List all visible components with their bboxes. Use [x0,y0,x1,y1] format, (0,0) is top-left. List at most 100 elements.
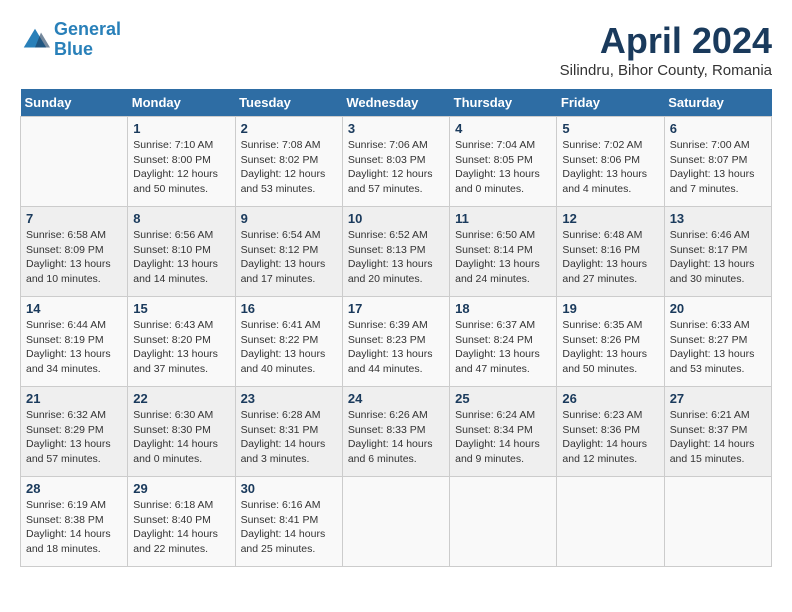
weekday-header-friday: Friday [557,89,664,117]
calendar-cell: 28 Sunrise: 6:19 AMSunset: 8:38 PMDayligh… [21,477,128,567]
calendar-week-5: 28 Sunrise: 6:19 AMSunset: 8:38 PMDayligh… [21,477,772,567]
calendar-cell: 4 Sunrise: 7:04 AMSunset: 8:05 PMDaylight… [450,117,557,207]
day-detail: Sunrise: 6:28 AMSunset: 8:31 PMDaylight:… [241,408,337,467]
calendar-cell: 7Sunrise: 6:58 AMSunset: 8:09 PMDaylight… [21,207,128,297]
day-detail: Sunrise: 6:41 AMSunset: 8:22 PMDaylight:… [241,318,337,377]
calendar-cell: 6 Sunrise: 7:00 AMSunset: 8:07 PMDaylight… [664,117,771,207]
calendar-cell: 25Sunrise: 6:24 AMSunset: 8:34 PMDayligh… [450,387,557,477]
day-detail: Sunrise: 6:35 AMSunset: 8:26 PMDaylight:… [562,318,658,377]
calendar-cell: 5 Sunrise: 7:02 AMSunset: 8:06 PMDaylight… [557,117,664,207]
day-number: 23 [241,391,337,406]
calendar-cell: 19Sunrise: 6:35 AMSunset: 8:26 PMDayligh… [557,297,664,387]
day-detail: Sunrise: 6:39 AMSunset: 8:23 PMDaylight:… [348,318,444,377]
day-number: 6 [670,121,766,136]
day-number: 24 [348,391,444,406]
calendar-cell: 12 Sunrise: 6:48 AMSunset: 8:16 PMDayligh… [557,207,664,297]
calendar-cell [557,477,664,567]
day-number: 7 [26,211,122,226]
calendar-week-1: 1Sunrise: 7:10 AMSunset: 8:00 PMDaylight… [21,117,772,207]
calendar-cell: 8 Sunrise: 6:56 AMSunset: 8:10 PMDaylight… [128,207,235,297]
calendar-cell: 17 Sunrise: 6:39 AMSunset: 8:23 PMDayligh… [342,297,449,387]
day-detail: Sunrise: 7:04 AMSunset: 8:05 PMDaylight:… [455,138,551,197]
day-detail: Sunrise: 6:21 AMSunset: 8:37 PMDaylight:… [670,408,766,467]
day-number: 2 [241,121,337,136]
day-detail: Sunrise: 6:44 AMSunset: 8:19 PMDaylight:… [26,318,122,377]
title-block: April 2024 Silindru, Bihor County, Roman… [560,20,772,79]
day-detail: Sunrise: 6:30 AMSunset: 8:30 PMDaylight:… [133,408,229,467]
day-number: 17 [348,301,444,316]
day-number: 10 [348,211,444,226]
calendar-cell: 15 Sunrise: 6:43 AMSunset: 8:20 PMDayligh… [128,297,235,387]
calendar-cell: 18Sunrise: 6:37 AMSunset: 8:24 PMDayligh… [450,297,557,387]
calendar-table: SundayMondayTuesdayWednesdayThursdayFrid… [20,89,772,567]
day-detail: Sunrise: 7:02 AMSunset: 8:06 PMDaylight:… [562,138,658,197]
day-number: 26 [562,391,658,406]
day-number: 9 [241,211,337,226]
calendar-week-3: 14 Sunrise: 6:44 AMSunset: 8:19 PMDayligh… [21,297,772,387]
day-number: 5 [562,121,658,136]
calendar-cell: 26Sunrise: 6:23 AMSunset: 8:36 PMDayligh… [557,387,664,477]
day-detail: Sunrise: 6:32 AMSunset: 8:29 PMDaylight:… [26,408,122,467]
day-number: 4 [455,121,551,136]
day-number: 14 [26,301,122,316]
day-number: 1 [133,121,229,136]
day-number: 20 [670,301,766,316]
day-number: 15 [133,301,229,316]
calendar-cell [342,477,449,567]
day-detail: Sunrise: 6:56 AMSunset: 8:10 PMDaylight:… [133,228,229,287]
calendar-cell: 2 Sunrise: 7:08 AMSunset: 8:02 PMDaylight… [235,117,342,207]
day-number: 16 [241,301,337,316]
day-detail: Sunrise: 6:43 AMSunset: 8:20 PMDaylight:… [133,318,229,377]
calendar-cell: 14 Sunrise: 6:44 AMSunset: 8:19 PMDayligh… [21,297,128,387]
calendar-cell: 11 Sunrise: 6:50 AMSunset: 8:14 PMDayligh… [450,207,557,297]
weekday-header-wednesday: Wednesday [342,89,449,117]
day-detail: Sunrise: 6:33 AMSunset: 8:27 PMDaylight:… [670,318,766,377]
logo-text: General Blue [54,20,121,60]
day-number: 30 [241,481,337,496]
calendar-cell: 22 Sunrise: 6:30 AMSunset: 8:30 PMDayligh… [128,387,235,477]
day-number: 11 [455,211,551,226]
calendar-cell: 21 Sunrise: 6:32 AMSunset: 8:29 PMDayligh… [21,387,128,477]
calendar-header: SundayMondayTuesdayWednesdayThursdayFrid… [21,89,772,117]
calendar-cell: 20 Sunrise: 6:33 AMSunset: 8:27 PMDayligh… [664,297,771,387]
day-detail: Sunrise: 7:06 AMSunset: 8:03 PMDaylight:… [348,138,444,197]
day-detail: Sunrise: 6:19 AMSunset: 8:38 PMDaylight:… [26,498,122,557]
logo-icon [20,25,50,55]
calendar-cell: 9Sunrise: 6:54 AMSunset: 8:12 PMDaylight… [235,207,342,297]
calendar-cell: 30Sunrise: 6:16 AMSunset: 8:41 PMDayligh… [235,477,342,567]
calendar-cell [664,477,771,567]
weekday-header-tuesday: Tuesday [235,89,342,117]
calendar-week-4: 21 Sunrise: 6:32 AMSunset: 8:29 PMDayligh… [21,387,772,477]
day-detail: Sunrise: 7:00 AMSunset: 8:07 PMDaylight:… [670,138,766,197]
month-title: April 2024 [560,20,772,62]
calendar-cell [450,477,557,567]
calendar-cell: 24Sunrise: 6:26 AMSunset: 8:33 PMDayligh… [342,387,449,477]
calendar-cell [21,117,128,207]
calendar-week-2: 7Sunrise: 6:58 AMSunset: 8:09 PMDaylight… [21,207,772,297]
page-header: General Blue April 2024 Silindru, Bihor … [20,20,772,79]
day-number: 3 [348,121,444,136]
weekday-header-thursday: Thursday [450,89,557,117]
day-number: 21 [26,391,122,406]
day-number: 29 [133,481,229,496]
day-number: 18 [455,301,551,316]
calendar-cell: 10 Sunrise: 6:52 AMSunset: 8:13 PMDayligh… [342,207,449,297]
calendar-cell: 13Sunrise: 6:46 AMSunset: 8:17 PMDayligh… [664,207,771,297]
day-detail: Sunrise: 7:08 AMSunset: 8:02 PMDaylight:… [241,138,337,197]
calendar-cell: 16 Sunrise: 6:41 AMSunset: 8:22 PMDayligh… [235,297,342,387]
day-number: 12 [562,211,658,226]
day-number: 13 [670,211,766,226]
day-number: 8 [133,211,229,226]
day-detail: Sunrise: 6:18 AMSunset: 8:40 PMDaylight:… [133,498,229,557]
calendar-cell: 29 Sunrise: 6:18 AMSunset: 8:40 PMDayligh… [128,477,235,567]
weekday-header-monday: Monday [128,89,235,117]
weekday-header-saturday: Saturday [664,89,771,117]
day-number: 27 [670,391,766,406]
day-detail: Sunrise: 6:50 AMSunset: 8:14 PMDaylight:… [455,228,551,287]
day-detail: Sunrise: 6:24 AMSunset: 8:34 PMDaylight:… [455,408,551,467]
calendar-cell: 27 Sunrise: 6:21 AMSunset: 8:37 PMDayligh… [664,387,771,477]
day-number: 28 [26,481,122,496]
day-number: 22 [133,391,229,406]
day-detail: Sunrise: 6:48 AMSunset: 8:16 PMDaylight:… [562,228,658,287]
day-detail: Sunrise: 6:52 AMSunset: 8:13 PMDaylight:… [348,228,444,287]
